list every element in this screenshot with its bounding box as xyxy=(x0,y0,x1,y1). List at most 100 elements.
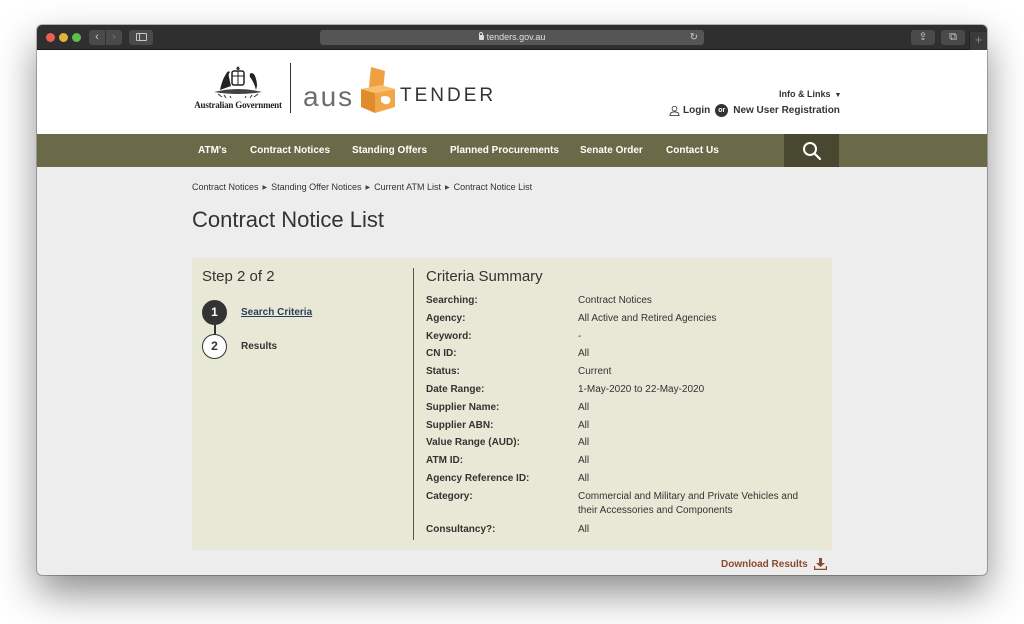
criteria-value: All xyxy=(578,419,590,431)
sidebar-toggle-button[interactable] xyxy=(129,30,153,45)
criteria-row: Consultancy?: All xyxy=(426,523,826,541)
austender-box-icon xyxy=(361,67,395,113)
nav-item-planned-procurements[interactable]: Planned Procurements xyxy=(450,134,559,167)
criteria-row: CN ID: All xyxy=(426,347,826,365)
criteria-row: Value Range (AUD): All xyxy=(426,436,826,454)
breadcrumb: Contract Notices ▶ Standing Offer Notices ▶… xyxy=(192,182,532,192)
criteria-list: Searching: Contract Notices Agency: All Ac… xyxy=(426,294,826,541)
criteria-row: ATM ID: All xyxy=(426,454,826,472)
nav-item-contact-us[interactable]: Contact Us xyxy=(666,134,719,167)
info-links-dropdown[interactable]: Info & Links ▼ xyxy=(779,89,841,99)
criteria-value: All xyxy=(578,437,590,449)
main-nav: ATM's Contract Notices Standing Offers P… xyxy=(37,134,987,167)
criteria-value: All xyxy=(578,472,590,484)
minimize-window-button[interactable] xyxy=(59,33,68,42)
nav-item-atms[interactable]: ATM's xyxy=(198,134,227,167)
criteria-row: Searching: Contract Notices xyxy=(426,294,826,312)
reload-icon[interactable]: ↻ xyxy=(690,30,698,45)
breadcrumb-separator-icon: ▶ xyxy=(262,185,268,191)
search-button[interactable] xyxy=(784,134,839,167)
new-tab-button[interactable]: + xyxy=(969,32,987,50)
nav-item-standing-offers[interactable]: Standing Offers xyxy=(352,134,427,167)
step-number-badge: 2 xyxy=(202,334,227,359)
criteria-value: Current xyxy=(578,366,612,378)
australian-government-logo[interactable]: Australian Government xyxy=(192,64,284,116)
criteria-value: 1-May-2020 to 22-May-2020 xyxy=(578,383,705,395)
back-button[interactable]: ‹ xyxy=(89,30,105,45)
share-icon: ⇪ xyxy=(918,31,928,43)
criteria-label: Agency Reference ID: xyxy=(426,472,530,484)
criteria-row: Date Range: 1-May-2020 to 22-May-2020 xyxy=(426,383,826,401)
criteria-summary-heading: Criteria Summary xyxy=(426,268,543,285)
criteria-label: Value Range (AUD): xyxy=(426,437,520,449)
criteria-label: Keyword: xyxy=(426,330,472,342)
user-icon xyxy=(669,105,680,116)
criteria-value: All Active and Retired Agencies xyxy=(578,312,717,324)
breadcrumb-separator-icon: ▶ xyxy=(445,185,450,191)
criteria-label: Supplier Name: xyxy=(426,401,500,413)
step-number-badge: 1 xyxy=(202,300,227,325)
results-step-label: Results xyxy=(241,341,278,352)
logo-divider xyxy=(290,63,291,113)
or-badge: or xyxy=(715,104,729,117)
criteria-value: All xyxy=(578,348,590,360)
step-heading: Step 2 of 2 xyxy=(202,268,275,285)
info-links-label: Info & Links xyxy=(779,89,831,99)
criteria-label: CN ID: xyxy=(426,348,457,360)
login-area: Login or New User Registration xyxy=(669,104,840,117)
browser-toolbar: ‹ › tenders.gov.au ↻ ⇪ ⧉ + xyxy=(37,25,987,50)
download-results-link[interactable]: Download Results xyxy=(721,558,827,570)
login-link[interactable]: Login xyxy=(683,105,710,116)
criteria-value: - xyxy=(578,330,582,342)
tabs-icon: ⧉ xyxy=(949,31,957,43)
lock-icon xyxy=(478,32,484,40)
show-tabs-button[interactable]: ⧉ xyxy=(941,30,965,45)
step-item-search-criteria[interactable]: 1 Search Criteria xyxy=(202,300,312,325)
brand-aus[interactable]: aus xyxy=(303,81,354,113)
criteria-row: Keyword: - xyxy=(426,330,826,348)
close-window-button[interactable] xyxy=(46,33,55,42)
criteria-label: Supplier ABN: xyxy=(426,419,494,431)
site-header: Australian Government aus TENDER Info & … xyxy=(37,50,987,134)
address-bar[interactable]: tenders.gov.au ↻ xyxy=(320,30,704,45)
panel-divider xyxy=(413,268,414,540)
criteria-label: Status: xyxy=(426,366,460,378)
criteria-value: Contract Notices xyxy=(578,295,652,306)
criteria-row: Supplier ABN: All xyxy=(426,419,826,437)
share-button[interactable]: ⇪ xyxy=(911,30,935,45)
criteria-label: Agency: xyxy=(426,312,466,324)
plus-icon: + xyxy=(974,32,983,47)
nav-item-senate-order[interactable]: Senate Order xyxy=(580,134,643,167)
url-text: tenders.gov.au xyxy=(486,32,546,42)
zoom-window-button[interactable] xyxy=(72,33,81,42)
new-user-registration-link[interactable]: New User Registration xyxy=(733,105,840,116)
brand-tender[interactable]: TENDER xyxy=(400,85,496,107)
criteria-row: Status: Current xyxy=(426,365,826,383)
forward-button[interactable]: › xyxy=(106,30,122,45)
criteria-panel: Step 2 of 2 1 Search Criteria 2 Results … xyxy=(192,258,832,550)
search-criteria-link[interactable]: Search Criteria xyxy=(241,307,312,318)
breadcrumb-item[interactable]: Standing Offer Notices xyxy=(271,182,361,192)
sidebar-icon xyxy=(135,33,147,41)
government-name: Australian Government xyxy=(194,100,282,110)
criteria-value: All xyxy=(578,401,590,413)
download-results-label: Download Results xyxy=(721,558,808,570)
criteria-value: Commercial and Military and Private Vehi… xyxy=(578,490,799,516)
criteria-value: All xyxy=(578,455,590,467)
page-title: Contract Notice List xyxy=(192,207,384,232)
chevron-left-icon: ‹ xyxy=(95,31,99,43)
chevron-right-icon: › xyxy=(112,31,116,43)
criteria-row: Agency: All Active and Retired Agencies xyxy=(426,312,826,330)
criteria-label: Category: xyxy=(426,490,473,502)
criteria-row: Supplier Name: All xyxy=(426,401,826,419)
criteria-label: Date Range: xyxy=(426,383,485,395)
criteria-label: Searching: xyxy=(426,295,478,306)
caret-down-icon: ▼ xyxy=(834,92,842,99)
breadcrumb-item[interactable]: Contract Notices xyxy=(192,182,259,192)
breadcrumb-item-current[interactable]: Contract Notice List xyxy=(454,182,533,192)
breadcrumb-item[interactable]: Current ATM List xyxy=(374,182,441,192)
download-icon xyxy=(813,558,827,570)
nav-item-contract-notices[interactable]: Contract Notices xyxy=(250,134,330,167)
coat-of-arms-icon xyxy=(214,66,262,98)
criteria-row: Agency Reference ID: All xyxy=(426,472,826,490)
